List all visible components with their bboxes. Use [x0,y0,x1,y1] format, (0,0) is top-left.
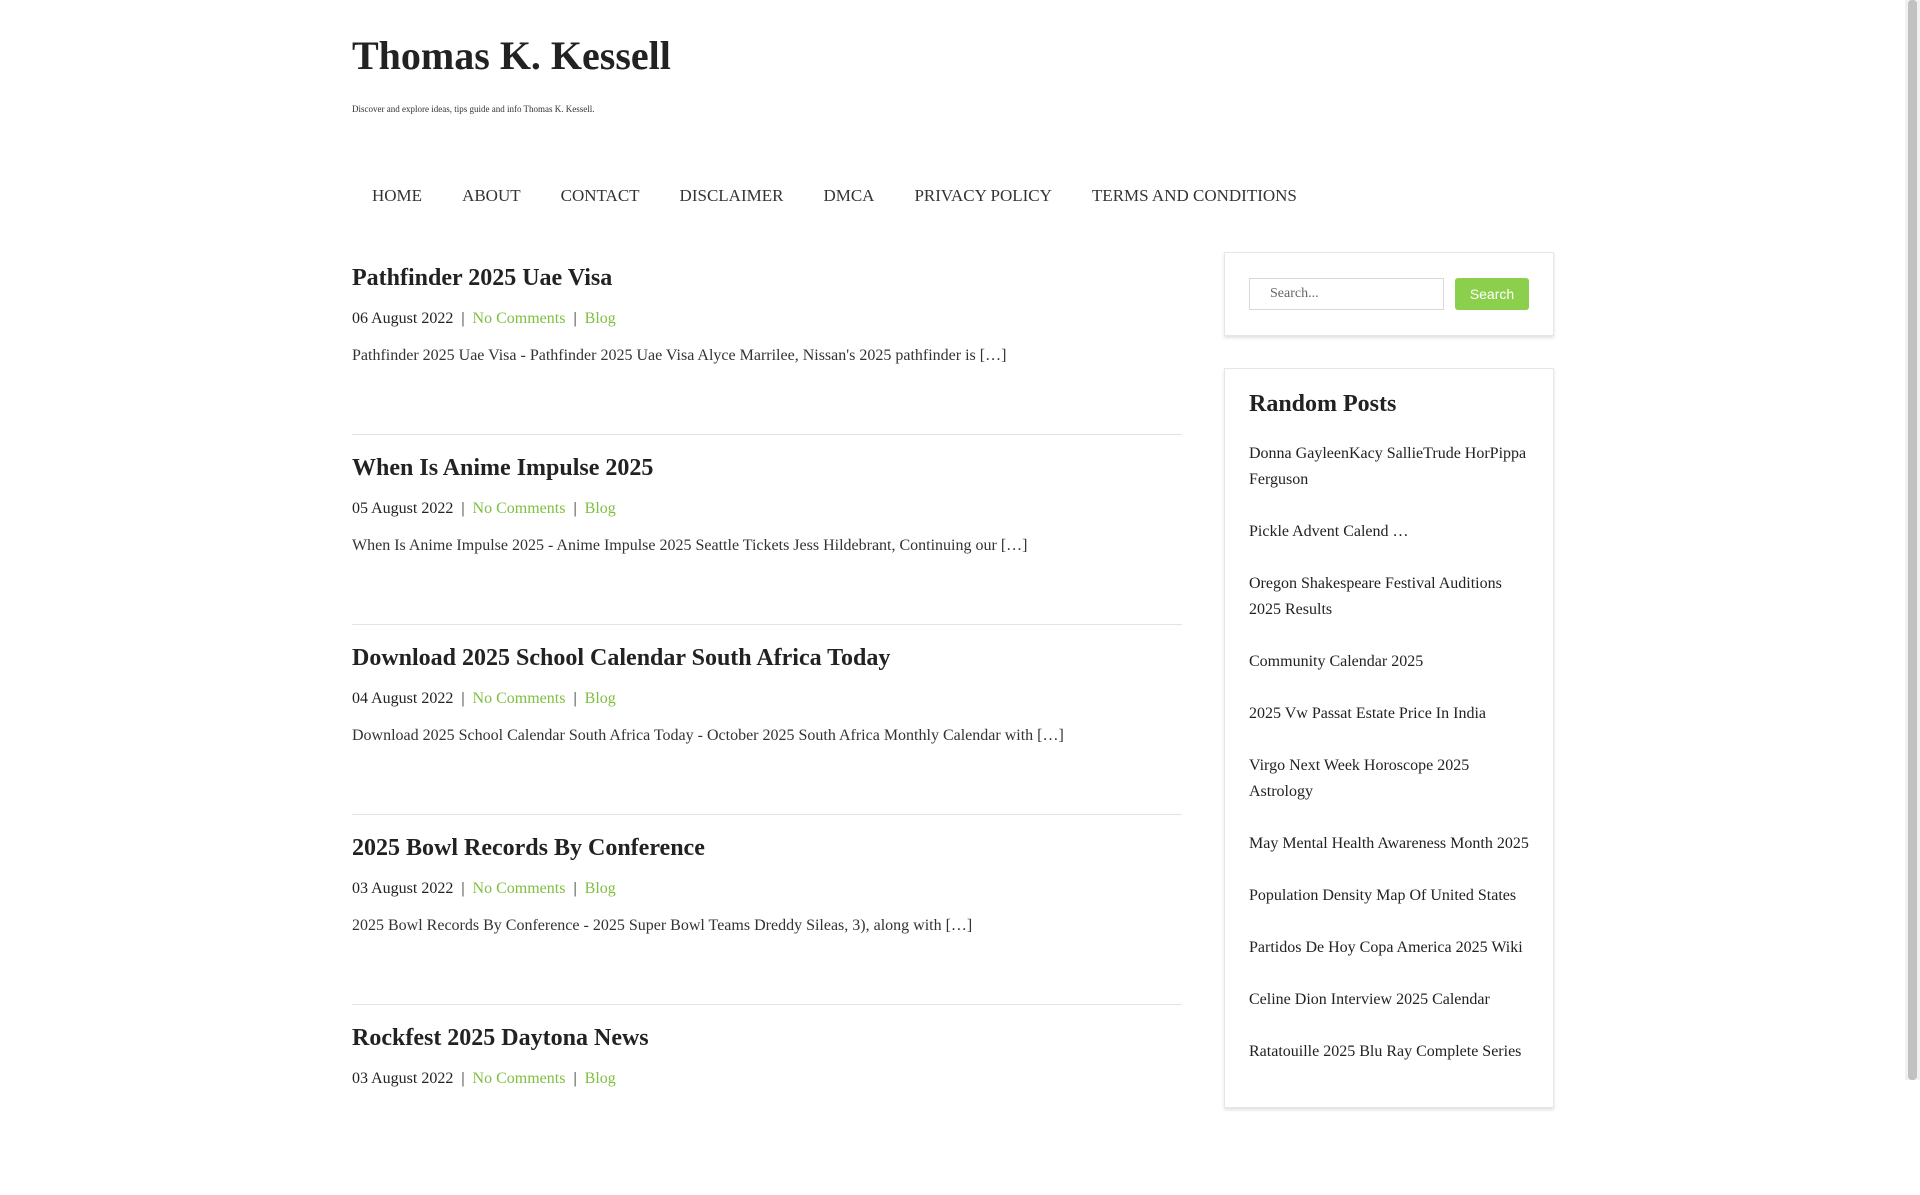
post-date: 05 August 2022 [352,500,454,517]
sidebar: Search Random Posts Donna GayleenKacy Sa… [1224,252,1554,1108]
meta-separator: | [573,690,577,707]
random-post-link[interactable]: May Mental Health Awareness Month 2025 [1249,831,1529,857]
nav-item-privacy-policy[interactable]: PRIVACY POLICY [894,180,1071,212]
scrollbar-thumb[interactable] [1908,0,1917,1080]
post-item: When Is Anime Impulse 2025 05 August 202… [352,435,1182,625]
main-nav: HOME ABOUT CONTACT DISCLAIMER DMCA PRIVA… [352,180,1317,212]
random-posts-heading: Random Posts [1249,391,1397,417]
meta-separator: | [573,880,577,897]
page-scrollbar[interactable] [1905,0,1920,1080]
nav-item-home[interactable]: HOME [352,180,442,212]
nav-item-dmca[interactable]: DMCA [803,180,894,212]
post-meta: 06 August 2022 | No Comments | Blog [352,309,616,329]
post-item: Rockfest 2025 Daytona News 03 August 202… [352,1005,1182,1195]
random-post-link[interactable]: Pickle Advent Calend … [1249,519,1529,545]
post-title[interactable]: Pathfinder 2025 Uae Visa [352,263,612,293]
post-title[interactable]: Rockfest 2025 Daytona News [352,1023,649,1053]
meta-separator: | [461,1070,465,1087]
random-post-link[interactable]: Population Density Map Of United States [1249,883,1529,909]
meta-separator: | [573,310,577,327]
post-meta: 04 August 2022 | No Comments | Blog [352,689,616,709]
post-category-link[interactable]: Blog [585,880,616,897]
meta-separator: | [461,310,465,327]
search-widget: Search [1224,252,1554,336]
post-meta: 05 August 2022 | No Comments | Blog [352,499,616,519]
random-posts-widget: Random Posts Donna GayleenKacy SallieTru… [1224,368,1554,1108]
post-date: 04 August 2022 [352,690,454,707]
random-post-link[interactable]: Celine Dion Interview 2025 Calendar [1249,987,1529,1013]
post-title[interactable]: 2025 Bowl Records By Conference [352,833,705,863]
nav-item-disclaimer[interactable]: DISCLAIMER [660,180,804,212]
site-title[interactable]: Thomas K. Kessell [352,30,671,82]
random-post-link[interactable]: Virgo Next Week Horoscope 2025 Astrology [1249,753,1529,805]
random-post-link[interactable]: Oregon Shakespeare Festival Auditions 20… [1249,571,1529,623]
random-post-link[interactable]: Community Calendar 2025 [1249,649,1529,675]
meta-separator: | [573,1070,577,1087]
random-post-link[interactable]: Ratatouille 2025 Blu Ray Complete Series [1249,1039,1529,1065]
search-button[interactable]: Search [1455,278,1529,310]
post-excerpt: Download 2025 School Calendar South Afri… [352,727,1064,744]
post-comments-link[interactable]: No Comments [473,500,566,517]
meta-separator: | [461,500,465,517]
post-meta: 03 August 2022 | No Comments | Blog [352,879,616,899]
post-list: Pathfinder 2025 Uae Visa 06 August 2022 |… [352,245,1182,1195]
meta-separator: | [573,500,577,517]
post-category-link[interactable]: Blog [585,690,616,707]
meta-separator: | [461,690,465,707]
random-post-link[interactable]: Donna GayleenKacy SallieTrude HorPippa F… [1249,441,1529,493]
random-posts-list: Donna GayleenKacy SallieTrude HorPippa F… [1249,441,1529,1065]
post-comments-link[interactable]: No Comments [473,880,566,897]
nav-item-about[interactable]: ABOUT [442,180,541,212]
post-item: 2025 Bowl Records By Conference 03 Augus… [352,815,1182,1005]
post-category-link[interactable]: Blog [585,500,616,517]
post-item: Download 2025 School Calendar South Afri… [352,625,1182,815]
post-excerpt: When Is Anime Impulse 2025 - Anime Impul… [352,537,1028,554]
post-title[interactable]: When Is Anime Impulse 2025 [352,453,653,483]
random-post-link[interactable]: Partidos De Hoy Copa America 2025 Wiki [1249,935,1529,961]
post-category-link[interactable]: Blog [585,1070,616,1087]
search-input[interactable] [1249,278,1444,310]
post-comments-link[interactable]: No Comments [473,690,566,707]
meta-separator: | [461,880,465,897]
post-comments-link[interactable]: No Comments [473,310,566,327]
post-excerpt: 2025 Bowl Records By Conference - 2025 S… [352,917,973,934]
nav-item-contact[interactable]: CONTACT [541,180,660,212]
post-comments-link[interactable]: No Comments [473,1070,566,1087]
random-post-link[interactable]: 2025 Vw Passat Estate Price In India [1249,701,1529,727]
post-date: 03 August 2022 [352,1070,454,1087]
post-item: Pathfinder 2025 Uae Visa 06 August 2022 |… [352,245,1182,435]
site-description: Discover and explore ideas, tips guide a… [352,104,595,114]
post-date: 03 August 2022 [352,880,454,897]
post-meta: 03 August 2022 | No Comments | Blog [352,1069,616,1089]
nav-item-terms-and-conditions[interactable]: TERMS AND CONDITIONS [1072,180,1317,212]
post-title[interactable]: Download 2025 School Calendar South Afri… [352,643,890,673]
post-category-link[interactable]: Blog [585,310,616,327]
post-excerpt: Pathfinder 2025 Uae Visa - Pathfinder 20… [352,347,1007,364]
post-date: 06 August 2022 [352,310,454,327]
